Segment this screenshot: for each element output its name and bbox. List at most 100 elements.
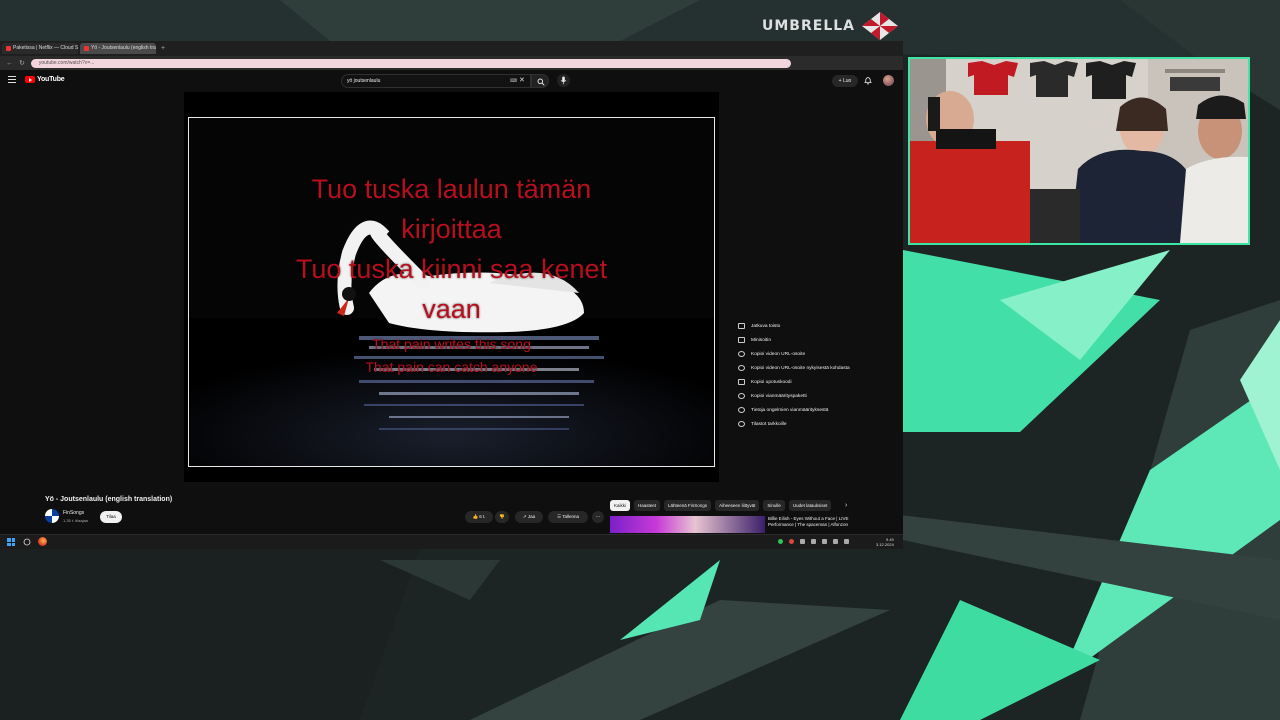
youtube-play-icon bbox=[25, 76, 35, 83]
search-button[interactable] bbox=[531, 74, 549, 88]
context-menu-item[interactable]: Kopioi videon URL-osoite bbox=[734, 347, 894, 361]
context-menu-label: Tilastot tarkkoille bbox=[751, 421, 787, 427]
chip-from-channel[interactable]: Lähteenä FinSongs bbox=[664, 500, 712, 511]
back-icon[interactable]: ← bbox=[6, 60, 13, 67]
share-button[interactable]: ↗ Jaa bbox=[515, 511, 543, 523]
save-label: Tallenna bbox=[562, 514, 579, 519]
video-frame[interactable]: Tuo tuska laulun tämän kirjoittaa Tuo tu… bbox=[188, 117, 715, 467]
tray-network-icon[interactable] bbox=[833, 539, 838, 544]
windows-start-icon[interactable] bbox=[7, 538, 15, 546]
chip-for-you[interactable]: Sinulle bbox=[763, 500, 785, 511]
lyric-english-line-2: That pain can catch anyone bbox=[365, 359, 538, 375]
context-menu-label: Jatkuva toisto bbox=[751, 323, 781, 329]
lyric-finnish-line-3: Tuo tuska kiinni saa kenet bbox=[295, 254, 608, 284]
chip-related[interactable]: Aiheeseen liittyvät bbox=[715, 500, 760, 511]
notifications-bell-icon[interactable] bbox=[864, 76, 872, 85]
youtube-logo-text: YouTube bbox=[37, 76, 65, 83]
tab-bar: Paketissa | Netflix — Cloud St ✕ Yö - Jo… bbox=[0, 41, 903, 56]
firefox-icon[interactable] bbox=[38, 537, 47, 546]
address-bar: ← ↻ youtube.com/watch?v=... bbox=[0, 56, 903, 70]
taskbar-clock[interactable]: 9.49 3.12.2024 bbox=[876, 537, 894, 547]
keyboard-icon[interactable]: ⌨ bbox=[510, 78, 517, 84]
chip-challenges[interactable]: Haasteet bbox=[634, 500, 661, 511]
browser-window: Paketissa | Netflix — Cloud St ✕ Yö - Jo… bbox=[0, 41, 903, 549]
recommended-video-thumbnail[interactable] bbox=[610, 516, 765, 533]
channel-subscriber-count: 1,35 t. tilaajaa bbox=[63, 518, 88, 523]
tray-app-icon[interactable] bbox=[822, 539, 827, 544]
reload-icon[interactable]: ↻ bbox=[19, 59, 25, 67]
like-count: 6 t. bbox=[479, 514, 486, 519]
video-title: Yö - Joutsenlaulu (english translation) bbox=[45, 496, 173, 503]
info-icon bbox=[738, 421, 745, 427]
channel-name[interactable]: FinSongs bbox=[63, 510, 84, 516]
clear-search-icon[interactable]: ✕ bbox=[519, 76, 525, 84]
youtube-favicon-icon bbox=[84, 46, 89, 51]
chip-recent-uploads[interactable]: Uudet latauksiset bbox=[788, 500, 832, 511]
context-menu-item[interactable]: Minisoitin bbox=[734, 333, 894, 347]
chip-all[interactable]: Kaikki bbox=[610, 500, 631, 511]
lyric-finnish-line-2: kirjoittaa bbox=[401, 214, 502, 244]
tray-app-icon[interactable] bbox=[800, 539, 805, 544]
more-icon: ⋯ bbox=[595, 514, 601, 519]
player-context-menu: Jatkuva toisto Minisoitin Kopioi videon … bbox=[734, 319, 894, 431]
context-menu-item[interactable]: Jatkuva toisto bbox=[734, 319, 894, 333]
dislike-button[interactable]: 👎 bbox=[495, 511, 509, 523]
lyric-finnish-line-1: Tuo tuska laulun tämän bbox=[311, 174, 592, 204]
context-menu-label: Kopioi vianmäärityspaketti bbox=[751, 393, 807, 399]
microphone-icon bbox=[560, 76, 567, 85]
webcam-scene-image bbox=[910, 59, 1248, 243]
taskbar-search-icon[interactable] bbox=[23, 538, 31, 546]
lyric-finnish-line-4: vaan bbox=[422, 294, 481, 324]
context-menu-label: Tietoja ongelmien vianmäärityksestä bbox=[751, 407, 829, 413]
video-player[interactable]: Tuo tuska laulun tämän kirjoittaa Tuo tu… bbox=[184, 92, 719, 482]
context-menu-item[interactable]: Kopioi videon URL-osoite nykyisestä kohd… bbox=[734, 361, 894, 375]
recommendation-chips: Kaikki Haasteet Lähteenä FinSongs Aihees… bbox=[610, 500, 832, 512]
recommended-video-title[interactable]: Billie Eilish - Eyes Without a Face | LI… bbox=[768, 516, 868, 528]
miniplayer-icon bbox=[738, 337, 745, 343]
code-icon bbox=[738, 379, 745, 385]
subscribe-button[interactable]: Tilaa bbox=[100, 511, 122, 523]
context-menu-item[interactable]: Tietoja ongelmien vianmäärityksestä bbox=[734, 403, 894, 417]
loop-icon bbox=[738, 323, 745, 329]
context-menu-item[interactable]: Kopioi vianmäärityspaketti bbox=[734, 389, 894, 403]
context-menu-label: Kopioi upotuskoodi bbox=[751, 379, 792, 385]
youtube-logo[interactable]: YouTube bbox=[25, 76, 65, 83]
help-icon bbox=[738, 407, 745, 413]
search-query: yö joutsenlaulu bbox=[347, 78, 381, 84]
link-icon bbox=[738, 351, 745, 357]
link-icon bbox=[738, 365, 745, 371]
create-button[interactable]: + Luo bbox=[832, 75, 858, 87]
url-field[interactable]: youtube.com/watch?v=... bbox=[30, 58, 791, 68]
clock-date: 3.12.2024 bbox=[876, 542, 894, 547]
chevron-right-icon[interactable]: › bbox=[845, 502, 847, 509]
url-text: youtube.com/watch?v=... bbox=[38, 59, 95, 66]
search-input[interactable]: yö joutsenlaulu bbox=[341, 74, 531, 88]
channel-avatar[interactable] bbox=[45, 509, 59, 523]
context-menu-item[interactable]: Tilastot tarkkoille bbox=[734, 417, 894, 431]
hamburger-menu-icon[interactable] bbox=[8, 76, 16, 84]
tray-record-icon[interactable] bbox=[789, 539, 794, 544]
context-menu-label: Kopioi videon URL-osoite bbox=[751, 351, 806, 357]
voice-search-button[interactable] bbox=[557, 74, 570, 87]
search-icon bbox=[537, 78, 545, 86]
more-actions-button[interactable]: ⋯ bbox=[592, 511, 604, 523]
save-button[interactable]: ☰ Tallenna bbox=[548, 511, 588, 523]
netflix-favicon-icon bbox=[6, 46, 11, 51]
webcam-feed bbox=[908, 57, 1250, 245]
swan-scene-image bbox=[189, 118, 714, 466]
tray-volume-icon[interactable] bbox=[844, 539, 849, 544]
thumbs-down-icon: 👎 bbox=[499, 514, 505, 519]
like-button[interactable]: 👍 6 t. bbox=[465, 511, 493, 523]
tray-status-icon[interactable] bbox=[778, 539, 783, 544]
tab-youtube[interactable]: Yö - Joutsenlaulu (english tra ✕ bbox=[80, 43, 156, 54]
context-menu-label: Kopioi videon URL-osoite nykyisestä kohd… bbox=[751, 365, 850, 371]
system-tray bbox=[778, 539, 849, 544]
youtube-header: YouTube yö joutsenlaulu ⌨ ✕ + Luo bbox=[0, 70, 903, 92]
new-tab-icon[interactable]: + bbox=[161, 45, 165, 52]
tray-app-icon[interactable] bbox=[811, 539, 816, 544]
tab-netflix[interactable]: Paketissa | Netflix — Cloud St ✕ bbox=[2, 43, 78, 54]
account-avatar[interactable] bbox=[883, 75, 894, 86]
context-menu-item[interactable]: Kopioi upotuskoodi bbox=[734, 375, 894, 389]
lyric-english-line-1: That pain writes this song bbox=[372, 336, 531, 352]
tab-label: Yö - Joutsenlaulu (english tra bbox=[91, 45, 156, 51]
